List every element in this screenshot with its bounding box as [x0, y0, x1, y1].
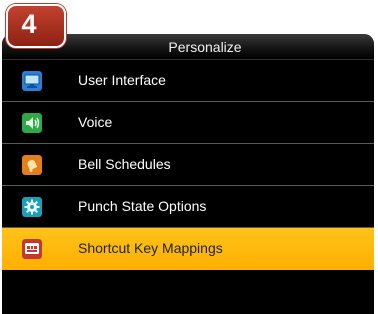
menu-item-shortcut-key-mappings[interactable]: Shortcut Key Mappings — [2, 228, 374, 270]
bell-icon — [22, 155, 42, 175]
gear-icon — [22, 197, 42, 217]
device-display: Personalize User Interface Voice Bell Sc… — [2, 34, 374, 314]
speaker-icon — [22, 113, 42, 133]
menu-item-bell-schedules[interactable]: Bell Schedules — [2, 144, 374, 186]
menu-item-label: User Interface — [78, 72, 166, 88]
menu-item-punch-state-options[interactable]: Punch State Options — [2, 186, 374, 228]
keyboard-icon — [22, 239, 42, 259]
menu-item-user-interface[interactable]: User Interface — [2, 60, 374, 102]
menu-item-label: Shortcut Key Mappings — [78, 240, 223, 256]
menu-item-label: Voice — [78, 114, 113, 130]
menu-item-label: Punch State Options — [78, 198, 207, 214]
monitor-icon — [22, 71, 42, 91]
step-number-badge: 4 — [6, 4, 66, 48]
personalize-menu: User Interface Voice Bell Schedules Punc… — [2, 60, 374, 270]
step-number: 4 — [21, 9, 37, 39]
menu-item-label: Bell Schedules — [78, 156, 171, 172]
menu-item-voice[interactable]: Voice — [2, 102, 374, 144]
device-screen: 4 Personalize User Interface Voice Bell … — [0, 0, 378, 314]
